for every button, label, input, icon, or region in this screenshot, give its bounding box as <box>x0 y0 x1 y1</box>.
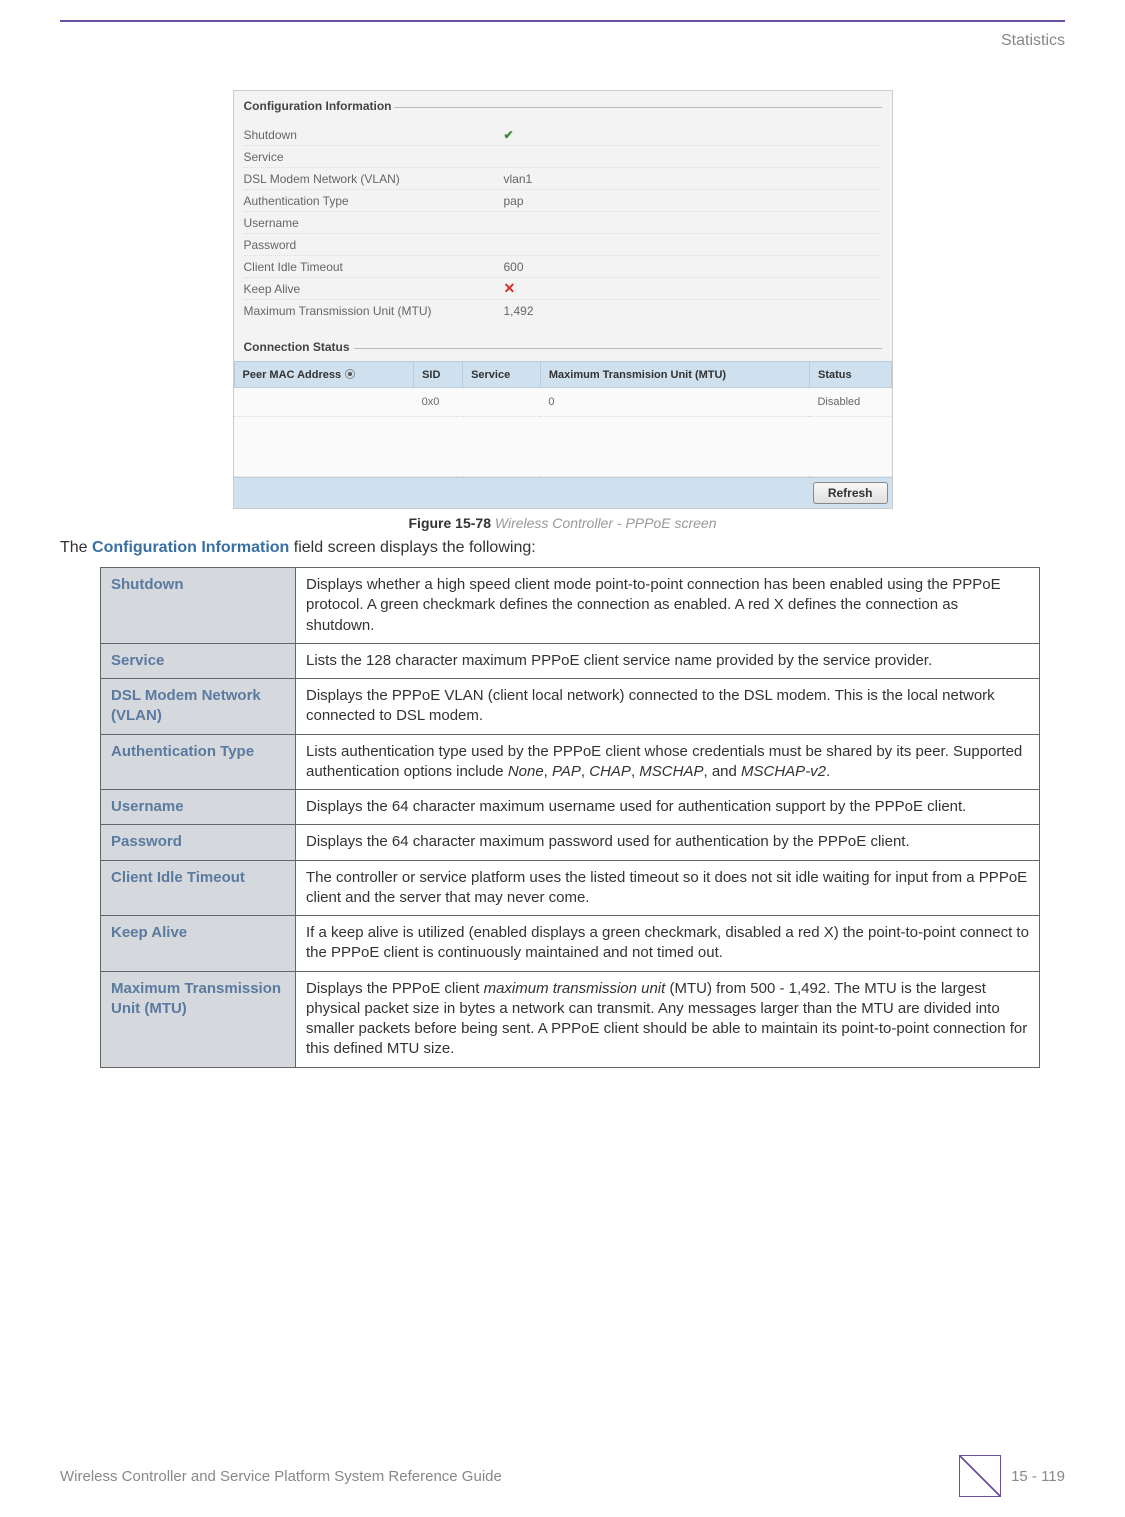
refresh-button[interactable]: Refresh <box>813 482 888 504</box>
divider <box>394 107 882 108</box>
term-cell: Password <box>101 825 296 860</box>
desc-cell: Displays the PPPoE client maximum transm… <box>296 971 1040 1067</box>
cfg-row-username: Username <box>244 212 882 234</box>
cfg-label: Password <box>244 238 504 252</box>
connection-status-title: Connection Status <box>234 332 892 356</box>
cfg-row-auth: Authentication Type pap <box>244 190 882 212</box>
config-info-grid: Shutdown ✔ Service DSL Modem Network (VL… <box>234 120 892 332</box>
cfg-label: Authentication Type <box>244 194 504 208</box>
cell-peer <box>234 388 414 417</box>
footer-title: Wireless Controller and Service Platform… <box>60 1468 502 1485</box>
cfg-label: Client Idle Timeout <box>244 260 504 274</box>
term-cell: Authentication Type <box>101 734 296 790</box>
desc-cell: Displays the PPPoE VLAN (client local ne… <box>296 679 1040 735</box>
term-cell: Keep Alive <box>101 916 296 972</box>
intro-line: The Configuration Information field scre… <box>60 539 1065 557</box>
cfg-label: Username <box>244 216 504 230</box>
slash-decoration-icon <box>959 1455 1001 1497</box>
term-cell: Maximum Transmission Unit (MTU) <box>101 971 296 1067</box>
column-header-status[interactable]: Status <box>809 362 891 388</box>
cell-status: Disabled <box>809 388 891 417</box>
cell-mtu: 0 <box>540 388 809 417</box>
refresh-bar: Refresh <box>234 477 892 508</box>
sort-indicator-icon <box>345 369 355 379</box>
cfg-value: vlan1 <box>504 172 882 186</box>
table-row: ServiceLists the 128 character maximum P… <box>101 643 1040 678</box>
table-row: DSL Modem Network (VLAN)Displays the PPP… <box>101 679 1040 735</box>
intro-highlight: Configuration Information <box>92 539 289 556</box>
x-icon: ✕ <box>504 280 516 296</box>
header-rule <box>60 20 1065 22</box>
header-section-label: Statistics <box>1001 32 1065 50</box>
desc-cell: Displays whether a high speed client mod… <box>296 568 1040 644</box>
divider <box>354 348 882 349</box>
term-cell: Service <box>101 643 296 678</box>
cfg-row-keepalive: Keep Alive ✕ <box>244 278 882 300</box>
table-row: ShutdownDisplays whether a high speed cl… <box>101 568 1040 644</box>
table-row[interactable]: 0x0 0 Disabled <box>234 388 891 417</box>
check-icon: ✔ <box>504 128 514 142</box>
cfg-row-timeout: Client Idle Timeout 600 <box>244 256 882 278</box>
column-header-sid[interactable]: SID <box>414 362 463 388</box>
table-spacer <box>234 417 891 477</box>
cell-service <box>463 388 541 417</box>
connection-table: Peer MAC Address SID Service Maximum Tra… <box>234 361 892 477</box>
cfg-value: 1,492 <box>504 304 882 318</box>
cfg-label: Keep Alive <box>244 282 504 296</box>
page-content: Configuration Information Shutdown ✔ Ser… <box>60 90 1065 1068</box>
table-row: Client Idle TimeoutThe controller or ser… <box>101 860 1040 916</box>
config-info-title: Configuration Information <box>234 91 892 115</box>
figure-text: Wireless Controller - PPPoE screen <box>495 515 717 531</box>
cfg-row-vlan: DSL Modem Network (VLAN) vlan1 <box>244 168 882 190</box>
desc-cell: The controller or service platform uses … <box>296 860 1040 916</box>
column-header-mtu[interactable]: Maximum Transmision Unit (MTU) <box>540 362 809 388</box>
table-row: Authentication TypeLists authentication … <box>101 734 1040 790</box>
intro-prefix: The <box>60 539 92 556</box>
table-row: Maximum Transmission Unit (MTU)Displays … <box>101 971 1040 1067</box>
table-row: PasswordDisplays the 64 character maximu… <box>101 825 1040 860</box>
table-row: UsernameDisplays the 64 character maximu… <box>101 790 1040 825</box>
intro-suffix: field screen displays the following: <box>289 539 535 556</box>
cfg-row-password: Password <box>244 234 882 256</box>
cfg-value: pap <box>504 194 882 208</box>
cfg-label: Maximum Transmission Unit (MTU) <box>244 304 504 318</box>
cfg-label: Service <box>244 150 504 164</box>
table-row: Keep AliveIf a keep alive is utilized (e… <box>101 916 1040 972</box>
term-cell: DSL Modem Network (VLAN) <box>101 679 296 735</box>
column-header-service[interactable]: Service <box>463 362 541 388</box>
cfg-label: Shutdown <box>244 128 504 142</box>
cfg-label: DSL Modem Network (VLAN) <box>244 172 504 186</box>
pppoe-screenshot: Configuration Information Shutdown ✔ Ser… <box>233 90 893 509</box>
cfg-row-mtu: Maximum Transmission Unit (MTU) 1,492 <box>244 300 882 322</box>
cfg-row-service: Service <box>244 146 882 168</box>
term-cell: Client Idle Timeout <box>101 860 296 916</box>
desc-cell: Displays the 64 character maximum passwo… <box>296 825 1040 860</box>
figure-caption: Figure 15-78 Wireless Controller - PPPoE… <box>60 515 1065 531</box>
cfg-row-shutdown: Shutdown ✔ <box>244 124 882 146</box>
desc-cell: Lists the 128 character maximum PPPoE cl… <box>296 643 1040 678</box>
desc-cell: Lists authentication type used by the PP… <box>296 734 1040 790</box>
column-header-peer[interactable]: Peer MAC Address <box>234 362 414 388</box>
footer: Wireless Controller and Service Platform… <box>60 1455 1065 1497</box>
term-cell: Username <box>101 790 296 825</box>
cell-sid: 0x0 <box>414 388 463 417</box>
cfg-value: 600 <box>504 260 882 274</box>
term-cell: Shutdown <box>101 568 296 644</box>
col-label: Peer MAC Address <box>243 369 342 381</box>
footer-page-number: 15 - 119 <box>1011 1468 1065 1485</box>
footer-page-group: 15 - 119 <box>959 1455 1065 1497</box>
figure-number: Figure 15-78 <box>409 515 491 531</box>
description-table: ShutdownDisplays whether a high speed cl… <box>100 567 1040 1068</box>
desc-cell: Displays the 64 character maximum userna… <box>296 790 1040 825</box>
desc-cell: If a keep alive is utilized (enabled dis… <box>296 916 1040 972</box>
